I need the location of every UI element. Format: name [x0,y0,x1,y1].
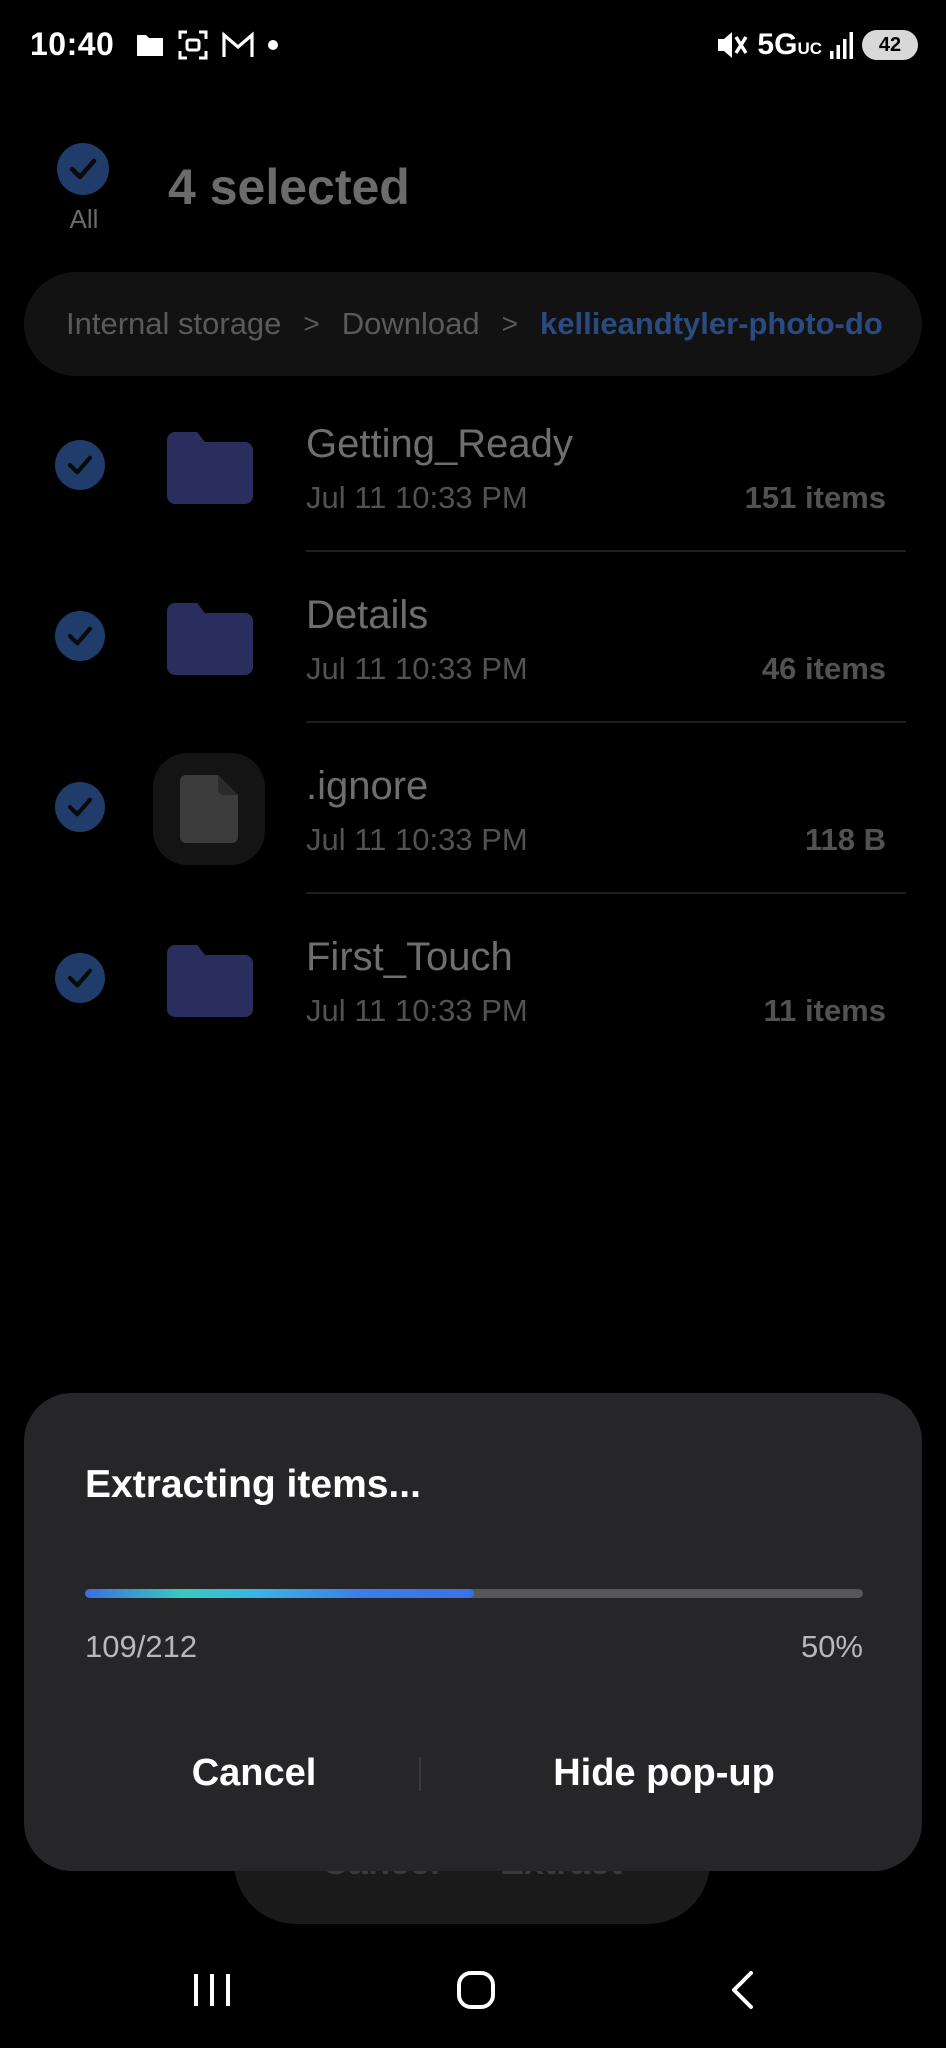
chevron-right-icon: > [501,308,519,339]
list-item[interactable]: Details Jul 11 10:33 PM 46 items [0,551,946,723]
breadcrumb-current[interactable]: kellieandtyler-photo-do [540,306,883,342]
folder-icon [137,35,163,56]
progress-count: 109/212 [85,1629,198,1664]
item-meta: 118 B [804,822,886,857]
list-item[interactable]: Getting_Ready Jul 11 10:33 PM 151 items [0,380,946,552]
progress-fill [85,1589,474,1598]
chevron-right-icon: > [303,308,320,339]
status-right: 5GUC 42 [715,26,918,64]
breadcrumb-download[interactable]: Download [342,306,480,342]
breadcrumb: Internal storage > Download > kellieandt… [24,272,922,376]
item-name: First_Touch [306,935,513,979]
signal-icon [830,32,853,59]
hide-popup-button[interactable]: Hide pop-up [454,1733,874,1813]
checkmark-icon [69,158,97,180]
battery-indicator: 42 [862,30,918,60]
item-name: .ignore [306,764,429,808]
item-checkbox[interactable] [55,611,105,661]
item-name: Details [306,593,429,637]
selected-count-title: 4 selected [168,159,410,215]
list-item[interactable]: .ignore Jul 11 10:33 PM 118 B [0,722,946,894]
checkmark-icon [67,455,93,475]
select-all-label: All [69,204,99,234]
cancel-button[interactable]: Cancel [64,1733,444,1813]
back-icon [732,1971,753,2009]
item-name: Getting_Ready [306,422,573,466]
button-divider [419,1757,421,1791]
network-type: 5GUC [757,28,822,61]
recent-apps-button[interactable] [162,1950,262,2030]
folder-icon [167,432,253,504]
dialog-title: Extracting items... [85,1463,421,1506]
notification-dot-icon [268,40,278,50]
item-date: Jul 11 10:33 PM [306,822,528,857]
progress-bar [85,1589,863,1598]
item-meta: 46 items [761,651,886,686]
document-icon [180,775,238,843]
item-date: Jul 11 10:33 PM [306,480,528,515]
item-meta: 151 items [744,480,886,515]
extract-progress-dialog: Extracting items... 109/212 50% Cancel H… [24,1393,922,1871]
list-item[interactable]: First_Touch Jul 11 10:33 PM 11 items [0,893,946,1064]
item-checkbox[interactable] [55,782,105,832]
screenshot-icon [178,30,208,60]
checkmark-icon [67,968,93,988]
checkmark-icon [67,797,93,817]
item-date: Jul 11 10:33 PM [306,993,528,1028]
file-icon [153,753,265,865]
item-checkbox[interactable] [55,440,105,490]
checkmark-icon [67,626,93,646]
status-left-icons [135,26,279,64]
folder-icon [167,603,253,675]
vibrate-mute-icon [718,32,748,58]
breadcrumb-internal-storage[interactable]: Internal storage [66,306,281,342]
home-button[interactable] [426,1950,526,2030]
item-meta: 11 items [763,993,886,1028]
item-checkbox[interactable] [55,953,105,1003]
progress-percent: 50% [800,1629,863,1664]
item-date: Jul 11 10:33 PM [306,651,528,686]
back-button[interactable] [692,1950,792,2030]
select-all-checkbox[interactable] [57,143,109,195]
home-icon [457,1971,495,2009]
recent-apps-icon [194,1974,230,2006]
status-time: 10:40 [30,26,115,62]
folder-icon [167,945,253,1017]
gmail-icon [222,31,254,57]
